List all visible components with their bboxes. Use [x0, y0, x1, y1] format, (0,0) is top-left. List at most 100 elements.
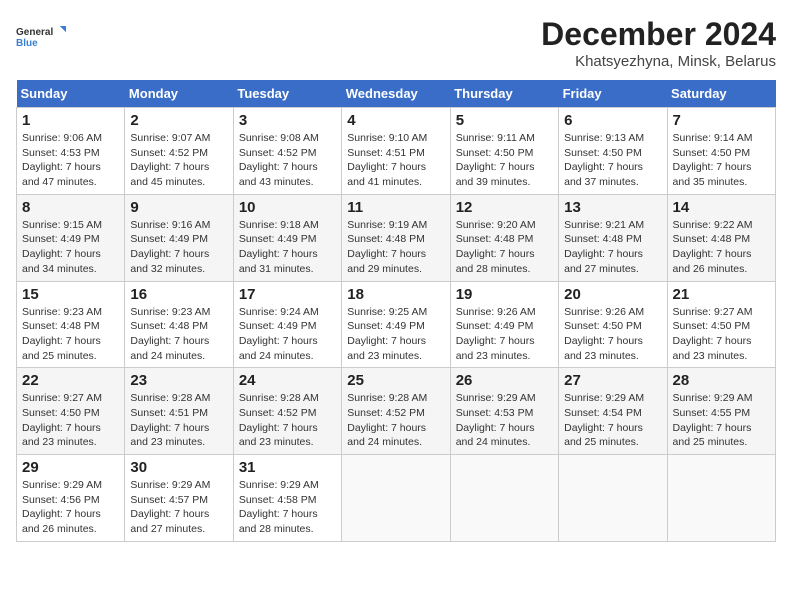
day-number: 24: [239, 372, 336, 389]
day-number: 27: [564, 372, 661, 389]
day-number: 14: [673, 199, 770, 216]
day-info: Sunrise: 9:10 AM Sunset: 4:51 PM Dayligh…: [347, 131, 444, 190]
day-number: 20: [564, 286, 661, 303]
day-number: 29: [22, 459, 119, 476]
calendar-cell: 20Sunrise: 9:26 AM Sunset: 4:50 PM Dayli…: [559, 281, 667, 368]
calendar-cell: 11 Sunrise: 9:19 AM Sunset: 4:48 PM Dayli…: [342, 194, 450, 281]
calendar-cell: 27 Sunrise: 9:29 AM Sunset: 4:54 PM Dayli…: [559, 368, 667, 455]
day-info: Sunrise: 9:23 AM Sunset: 4:48 PM Dayligh…: [130, 305, 227, 364]
calendar-cell: 5 Sunrise: 9:11 AM Sunset: 4:50 PM Daylig…: [450, 108, 558, 195]
day-number: 28: [673, 372, 770, 389]
day-number: 21: [673, 286, 770, 303]
day-number: 9: [130, 199, 227, 216]
day-number: 1: [22, 112, 119, 129]
day-info: Sunrise: 9:23 AM Sunset: 4:48 PM Dayligh…: [22, 305, 119, 364]
calendar-cell: 8 Sunrise: 9:15 AM Sunset: 4:49 PM Daylig…: [17, 194, 125, 281]
calendar-header: SundayMondayTuesdayWednesdayThursdayFrid…: [17, 80, 776, 108]
day-info: Sunrise: 9:27 AM Sunset: 4:50 PM Dayligh…: [22, 391, 119, 450]
day-number: 8: [22, 199, 119, 216]
day-number: 6: [564, 112, 661, 129]
page-title: December 2024: [541, 16, 776, 53]
calendar-cell: 2 Sunrise: 9:07 AM Sunset: 4:52 PM Daylig…: [125, 108, 233, 195]
calendar-cell: 25 Sunrise: 9:28 AM Sunset: 4:52 PM Dayli…: [342, 368, 450, 455]
day-number: 2: [130, 112, 227, 129]
day-info: Sunrise: 9:28 AM Sunset: 4:52 PM Dayligh…: [239, 391, 336, 450]
day-number: 23: [130, 372, 227, 389]
calendar-week-1: 1 Sunrise: 9:06 AM Sunset: 4:53 PM Daylig…: [17, 108, 776, 195]
calendar-cell: 24 Sunrise: 9:28 AM Sunset: 4:52 PM Dayli…: [233, 368, 341, 455]
calendar-table: SundayMondayTuesdayWednesdayThursdayFrid…: [16, 80, 776, 542]
day-number: 15: [22, 286, 119, 303]
day-number: 11: [347, 199, 444, 216]
calendar-cell: 22 Sunrise: 9:27 AM Sunset: 4:50 PM Dayli…: [17, 368, 125, 455]
calendar-cell: 6 Sunrise: 9:13 AM Sunset: 4:50 PM Daylig…: [559, 108, 667, 195]
calendar-cell: 29 Sunrise: 9:29 AM Sunset: 4:56 PM Dayli…: [17, 455, 125, 542]
day-info: Sunrise: 9:19 AM Sunset: 4:48 PM Dayligh…: [347, 218, 444, 277]
day-number: 22: [22, 372, 119, 389]
day-info: Sunrise: 9:15 AM Sunset: 4:49 PM Dayligh…: [22, 218, 119, 277]
day-info: Sunrise: 9:29 AM Sunset: 4:57 PM Dayligh…: [130, 478, 227, 537]
calendar-cell: 19Sunrise: 9:26 AM Sunset: 4:49 PM Dayli…: [450, 281, 558, 368]
header-day-wednesday: Wednesday: [342, 80, 450, 108]
calendar-week-5: 29 Sunrise: 9:29 AM Sunset: 4:56 PM Dayli…: [17, 455, 776, 542]
calendar-cell: 26 Sunrise: 9:29 AM Sunset: 4:53 PM Dayli…: [450, 368, 558, 455]
day-info: Sunrise: 9:29 AM Sunset: 4:54 PM Dayligh…: [564, 391, 661, 450]
day-number: 19: [456, 286, 553, 303]
day-number: 25: [347, 372, 444, 389]
day-number: 3: [239, 112, 336, 129]
day-info: Sunrise: 9:11 AM Sunset: 4:50 PM Dayligh…: [456, 131, 553, 190]
day-info: Sunrise: 9:29 AM Sunset: 4:55 PM Dayligh…: [673, 391, 770, 450]
calendar-cell: 15 Sunrise: 9:23 AM Sunset: 4:48 PM Dayli…: [17, 281, 125, 368]
day-info: Sunrise: 9:29 AM Sunset: 4:58 PM Dayligh…: [239, 478, 336, 537]
calendar-week-4: 22 Sunrise: 9:27 AM Sunset: 4:50 PM Dayli…: [17, 368, 776, 455]
svg-text:General: General: [16, 27, 53, 38]
day-info: Sunrise: 9:29 AM Sunset: 4:53 PM Dayligh…: [456, 391, 553, 450]
calendar-cell: 12 Sunrise: 9:20 AM Sunset: 4:48 PM Dayli…: [450, 194, 558, 281]
day-number: 5: [456, 112, 553, 129]
day-number: 7: [673, 112, 770, 129]
day-number: 10: [239, 199, 336, 216]
day-info: Sunrise: 9:13 AM Sunset: 4:50 PM Dayligh…: [564, 131, 661, 190]
day-info: Sunrise: 9:07 AM Sunset: 4:52 PM Dayligh…: [130, 131, 227, 190]
calendar-cell: 17Sunrise: 9:24 AM Sunset: 4:49 PM Dayli…: [233, 281, 341, 368]
calendar-week-2: 8 Sunrise: 9:15 AM Sunset: 4:49 PM Daylig…: [17, 194, 776, 281]
day-number: 13: [564, 199, 661, 216]
calendar-cell: [667, 455, 775, 542]
day-number: 17: [239, 286, 336, 303]
calendar-cell: 31Sunrise: 9:29 AM Sunset: 4:58 PM Dayli…: [233, 455, 341, 542]
calendar-cell: 7Sunrise: 9:14 AM Sunset: 4:50 PM Daylig…: [667, 108, 775, 195]
day-info: Sunrise: 9:18 AM Sunset: 4:49 PM Dayligh…: [239, 218, 336, 277]
day-info: Sunrise: 9:29 AM Sunset: 4:56 PM Dayligh…: [22, 478, 119, 537]
day-number: 12: [456, 199, 553, 216]
day-info: Sunrise: 9:08 AM Sunset: 4:52 PM Dayligh…: [239, 131, 336, 190]
calendar-cell: 4Sunrise: 9:10 AM Sunset: 4:51 PM Daylig…: [342, 108, 450, 195]
day-number: 18: [347, 286, 444, 303]
header-day-friday: Friday: [559, 80, 667, 108]
header: General Blue December 2024 Khatsyezhyna,…: [16, 16, 776, 70]
calendar-cell: 10 Sunrise: 9:18 AM Sunset: 4:49 PM Dayli…: [233, 194, 341, 281]
day-info: Sunrise: 9:27 AM Sunset: 4:50 PM Dayligh…: [673, 305, 770, 364]
calendar-cell: 23 Sunrise: 9:28 AM Sunset: 4:51 PM Dayli…: [125, 368, 233, 455]
header-day-monday: Monday: [125, 80, 233, 108]
logo: General Blue: [16, 16, 66, 56]
header-day-sunday: Sunday: [17, 80, 125, 108]
day-number: 26: [456, 372, 553, 389]
calendar-cell: 21 Sunrise: 9:27 AM Sunset: 4:50 PM Dayli…: [667, 281, 775, 368]
day-info: Sunrise: 9:20 AM Sunset: 4:48 PM Dayligh…: [456, 218, 553, 277]
day-number: 30: [130, 459, 227, 476]
day-info: Sunrise: 9:21 AM Sunset: 4:48 PM Dayligh…: [564, 218, 661, 277]
calendar-cell: 14 Sunrise: 9:22 AM Sunset: 4:48 PM Dayli…: [667, 194, 775, 281]
day-info: Sunrise: 9:28 AM Sunset: 4:52 PM Dayligh…: [347, 391, 444, 450]
day-info: Sunrise: 9:25 AM Sunset: 4:49 PM Dayligh…: [347, 305, 444, 364]
calendar-cell: [450, 455, 558, 542]
calendar-cell: [559, 455, 667, 542]
day-info: Sunrise: 9:06 AM Sunset: 4:53 PM Dayligh…: [22, 131, 119, 190]
calendar-cell: 3 Sunrise: 9:08 AM Sunset: 4:52 PM Daylig…: [233, 108, 341, 195]
calendar-cell: 13 Sunrise: 9:21 AM Sunset: 4:48 PM Dayli…: [559, 194, 667, 281]
header-day-thursday: Thursday: [450, 80, 558, 108]
logo-svg: General Blue: [16, 16, 66, 56]
day-info: Sunrise: 9:22 AM Sunset: 4:48 PM Dayligh…: [673, 218, 770, 277]
day-info: Sunrise: 9:28 AM Sunset: 4:51 PM Dayligh…: [130, 391, 227, 450]
calendar-cell: 9Sunrise: 9:16 AM Sunset: 4:49 PM Daylig…: [125, 194, 233, 281]
calendar-cell: [342, 455, 450, 542]
